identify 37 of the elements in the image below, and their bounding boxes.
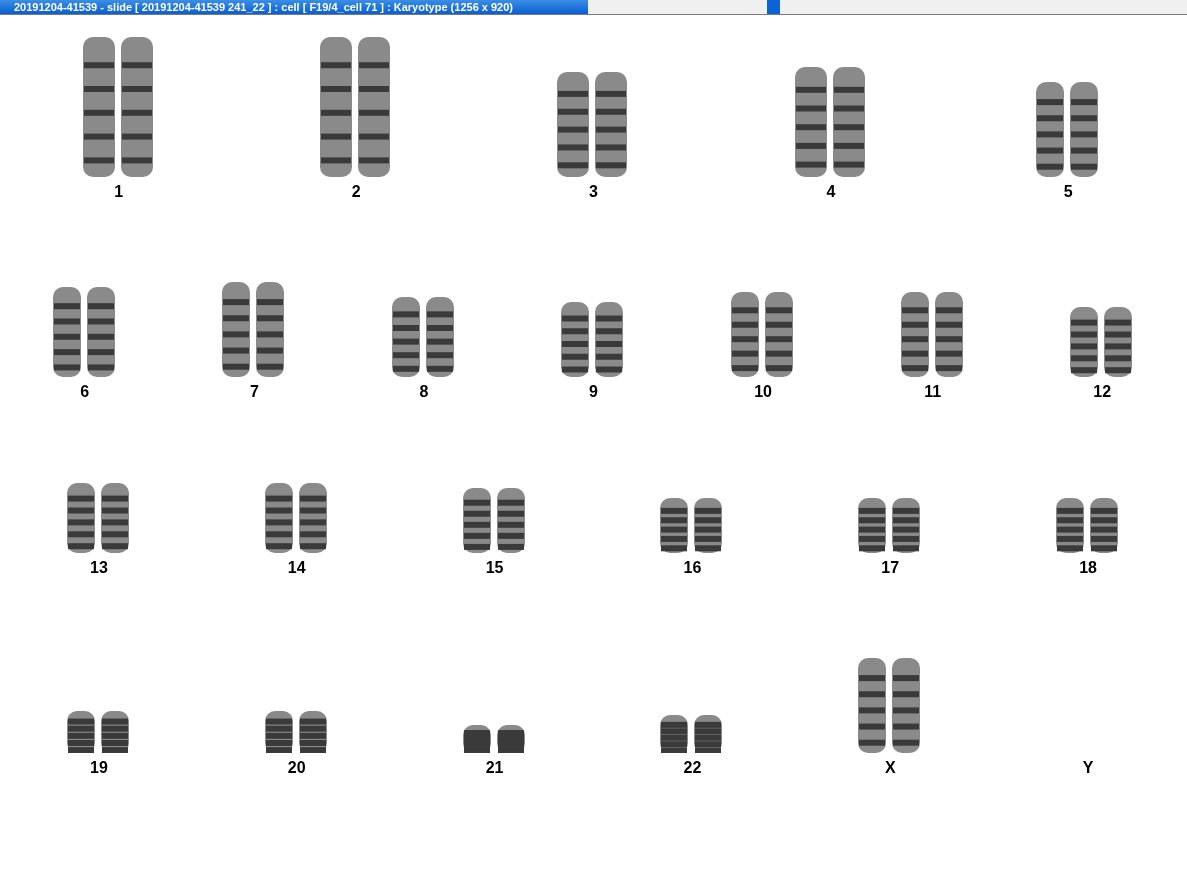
chromosome-label: 20 [287, 759, 306, 777]
chromosome-label: 11 [924, 383, 942, 401]
chromosome-pair-drawing [660, 498, 725, 553]
chromosome-pair-drawing [1070, 307, 1135, 377]
chromosome-label: 16 [683, 559, 702, 577]
chromosome-label: 14 [287, 559, 306, 577]
chromosome-label: 13 [90, 559, 108, 577]
chromosome-label: 19 [90, 759, 108, 777]
chromosome-pair-drawing [1056, 498, 1121, 553]
chromosome-label: 3 [589, 183, 598, 201]
chromosome-pair-drawing [858, 498, 923, 553]
chromosome-label: X [884, 759, 896, 777]
chromosome-label: 12 [1093, 383, 1112, 401]
chromosome-pair-drawing [66, 711, 131, 753]
chromosome-label: 1 [114, 183, 124, 201]
chromosome-pair-drawing [660, 715, 725, 753]
chromosome-label: 15 [485, 559, 504, 577]
chromosome-label: 6 [80, 383, 90, 401]
chromosome-label: 9 [589, 383, 598, 401]
chromosome-label: 10 [754, 383, 772, 401]
chromosome-label: 22 [683, 759, 702, 777]
chromosome-label: 4 [826, 183, 836, 201]
chromosome-label: 18 [1079, 559, 1097, 577]
chromosome-label: 21 [485, 759, 504, 777]
window-title: 20191204-41539 - slide [ 20191204-41539 241_22 ] : cell [ F19/4_cell 71 ] : Karyotype (1256 x 920) [0, 0, 588, 14]
chromosome-label: 17 [881, 559, 900, 577]
chromosome-pair-drawing [462, 725, 527, 753]
chromosome-label: Y [1082, 759, 1094, 777]
chromosome-pair-drawing [264, 483, 329, 553]
chromosome-pair-drawing [462, 488, 527, 553]
chromosome-pair-drawing [66, 483, 131, 553]
chromosome-label: 7 [249, 383, 259, 401]
chromosome-pair-drawing [264, 711, 329, 753]
chromosome-label: 8 [419, 383, 429, 401]
scroll-thumb[interactable] [767, 0, 780, 14]
chromosome-label: 5 [1063, 183, 1073, 201]
chromosome-label: 2 [351, 183, 361, 201]
